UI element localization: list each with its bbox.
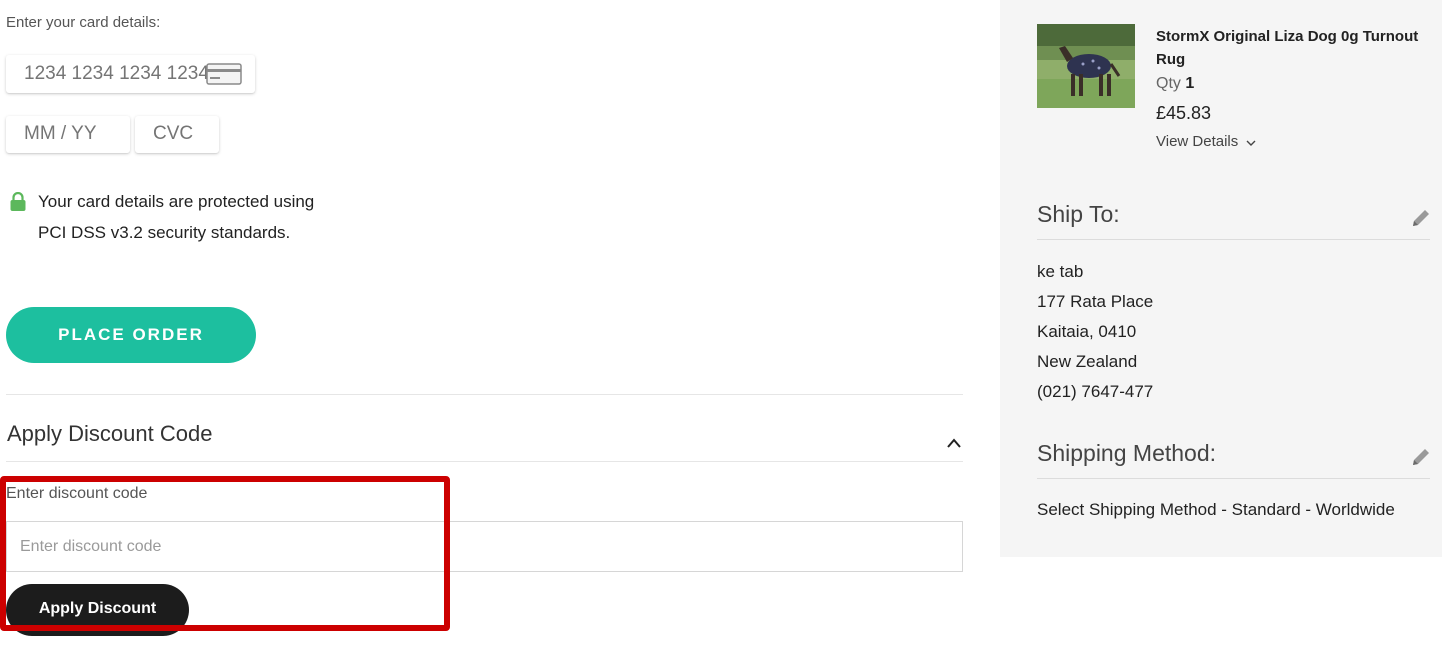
- section-divider: [6, 394, 963, 395]
- qty-label: Qty: [1156, 75, 1186, 92]
- discount-code-input[interactable]: [6, 521, 963, 572]
- discount-section-title[interactable]: Apply Discount Code: [7, 421, 212, 447]
- view-details-toggle[interactable]: View Details: [1156, 133, 1256, 150]
- product-thumbnail: [1037, 24, 1135, 108]
- section-rule: [1037, 239, 1430, 240]
- shipping-method-title: Shipping Method:: [1037, 440, 1217, 466]
- view-details-label: View Details: [1156, 133, 1239, 150]
- address-line: ke tab: [1037, 262, 1084, 281]
- apply-discount-button[interactable]: Apply Discount: [6, 584, 189, 636]
- ship-to-title: Ship To:: [1037, 201, 1120, 227]
- product-name: StormX Original Liza Dog 0g Turnout Rug: [1156, 28, 1419, 68]
- cvc-placeholder: CVC: [153, 123, 194, 144]
- product-qty: Qty 1: [1156, 75, 1194, 93]
- security-text: Your card details are protected using PC…: [38, 186, 314, 248]
- place-order-button[interactable]: PLACE ORDER: [6, 307, 256, 363]
- discount-field-label: Enter discount code: [6, 485, 148, 502]
- shipping-method-value: Select Shipping Method - Standard - Worl…: [1037, 500, 1395, 519]
- address-phone: (021) 7647-477: [1037, 382, 1154, 401]
- address-line: 177 Rata Place: [1037, 292, 1154, 311]
- cvc-field[interactable]: CVC: [135, 116, 219, 153]
- lock-icon: [10, 192, 26, 211]
- card-number-field[interactable]: 1234 1234 1234 1234: [6, 55, 255, 93]
- pencil-icon[interactable]: [1410, 207, 1432, 229]
- address-line: New Zealand: [1037, 352, 1138, 371]
- expiry-placeholder: MM / YY: [24, 123, 97, 144]
- card-number-placeholder: 1234 1234 1234 1234: [24, 63, 209, 84]
- chevron-down-icon: [1246, 140, 1256, 146]
- security-line-2: PCI DSS v3.2 security standards.: [38, 223, 291, 242]
- expiry-field[interactable]: MM / YY: [6, 116, 130, 153]
- security-line-1: Your card details are protected using: [38, 192, 315, 211]
- checkout-page: Enter your card details: 1234 1234 1234 …: [0, 0, 1442, 648]
- credit-card-icon: [206, 63, 242, 85]
- order-summary-sidebar: StormX Original Liza Dog 0g Turnout Rug …: [1000, 0, 1442, 557]
- section-divider: [6, 461, 963, 462]
- ship-to-address: ke tab 177 Rata Place Kaitaia, 0410 New …: [1037, 257, 1153, 407]
- chevron-up-icon[interactable]: [946, 437, 962, 449]
- section-rule: [1037, 478, 1430, 479]
- product-price: £45.83: [1156, 103, 1212, 123]
- address-line: Kaitaia, 0410: [1037, 322, 1137, 341]
- qty-value: 1: [1185, 75, 1195, 92]
- security-notice: Your card details are protected using PC…: [9, 192, 314, 248]
- pencil-icon[interactable]: [1410, 446, 1432, 468]
- card-details-label: Enter your card details:: [6, 14, 161, 31]
